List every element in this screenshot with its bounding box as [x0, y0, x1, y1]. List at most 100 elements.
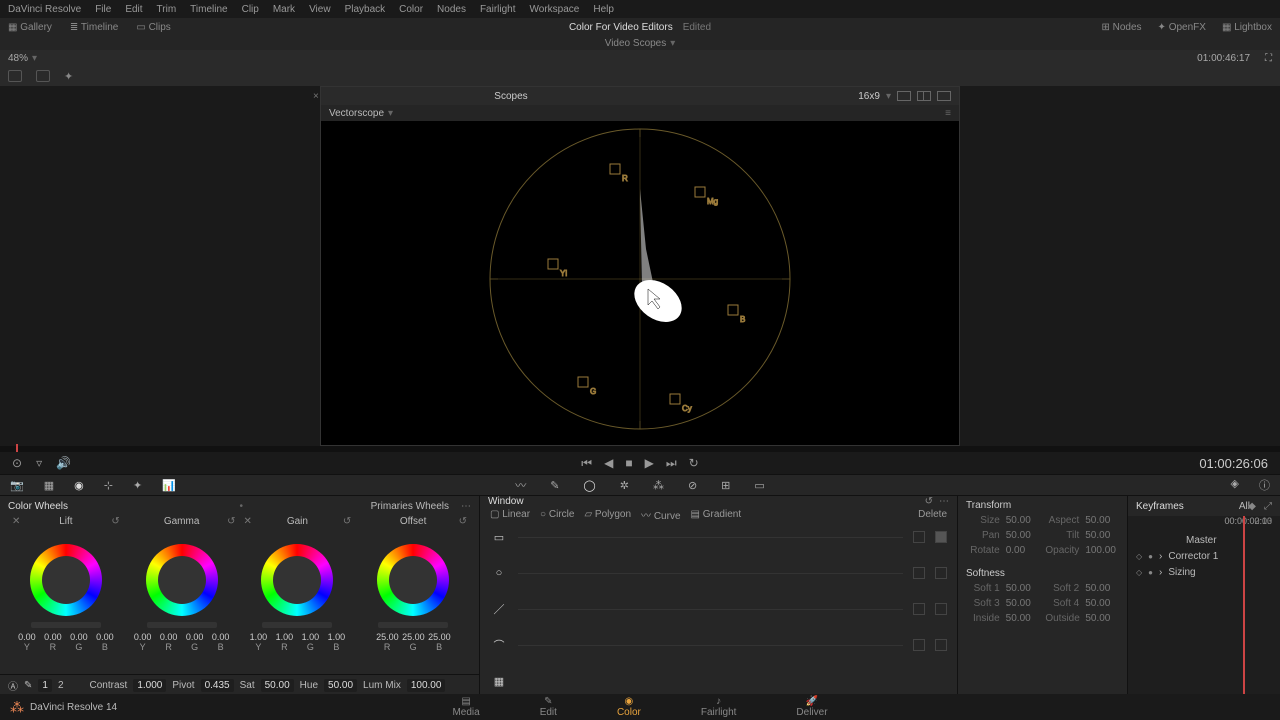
menu-item[interactable]: View — [309, 4, 331, 15]
key-icon[interactable]: ⊘ — [688, 479, 697, 492]
reset-icon[interactable]: ✕ — [12, 516, 20, 527]
nodes-toggle[interactable]: ⊞ Nodes — [1101, 22, 1141, 33]
more-icon[interactable]: ⋯ — [939, 496, 949, 507]
soft1-value[interactable]: 50.00 — [1006, 583, 1040, 594]
playhead-tick[interactable] — [16, 444, 18, 452]
gain-wheel[interactable]: 1.001.001.001.00 YRGB — [240, 538, 356, 670]
wand-icon[interactable]: ✦ — [64, 70, 73, 83]
reset-icon[interactable]: ↺ — [227, 516, 235, 527]
prev-frame-icon[interactable]: ◀ — [604, 456, 613, 470]
lightbox-toggle[interactable]: ▦ Lightbox — [1222, 22, 1272, 33]
sizing-icon[interactable]: ⊞ — [721, 479, 730, 492]
keyframes-icon[interactable]: ◈ — [1231, 477, 1239, 493]
menu-item[interactable]: Workspace — [530, 4, 580, 15]
last-frame-icon[interactable]: ⏭ — [666, 456, 677, 471]
menu-item[interactable]: Nodes — [437, 4, 466, 15]
blur-icon[interactable]: ⁂ — [653, 479, 664, 492]
more-icon[interactable]: ↺ — [925, 496, 933, 507]
stop-icon[interactable]: ■ — [625, 456, 632, 470]
soft4-value[interactable]: 50.00 — [1085, 598, 1119, 609]
circle-tool[interactable]: ○ Circle — [540, 509, 574, 520]
page-edit[interactable]: ✎Edit — [540, 696, 557, 718]
scope-settings-icon[interactable]: ≡ — [945, 108, 951, 119]
menu-item[interactable]: File — [95, 4, 111, 15]
camera-raw-icon[interactable]: 📷 — [10, 479, 24, 492]
polygon-tool[interactable]: ▱ Polygon — [584, 509, 631, 520]
lift-wheel[interactable]: 0.000.000.000.00 YRGB — [8, 538, 124, 670]
aspect-value[interactable]: 50.00 — [1085, 515, 1119, 526]
pan-value[interactable]: 50.00 — [1006, 530, 1040, 541]
stereo-icon[interactable]: ▭ — [754, 479, 764, 492]
contrast-value[interactable]: 1.000 — [133, 679, 166, 692]
openfx-toggle[interactable]: ✦ OpenFX — [1158, 22, 1206, 33]
motion-icon[interactable]: ✦ — [133, 479, 142, 492]
menu-item[interactable]: Help — [593, 4, 614, 15]
loop-icon[interactable]: ↻ — [689, 456, 699, 470]
menu-item[interactable]: Clip — [242, 4, 259, 15]
zoom-level[interactable]: 48% — [8, 53, 28, 64]
qualifier-icon[interactable]: ✎ — [550, 479, 559, 492]
shape-gradient[interactable]: ▦ — [490, 672, 947, 690]
delete-button[interactable]: Delete — [918, 509, 947, 520]
wheels-icon[interactable]: ◉ — [74, 479, 84, 492]
first-frame-icon[interactable]: ⏮ — [581, 456, 592, 471]
window-icon[interactable]: ◯ — [583, 479, 595, 492]
sat-value[interactable]: 50.00 — [261, 679, 294, 692]
menu-item[interactable]: Color — [399, 4, 423, 15]
lummix-value[interactable]: 100.00 — [407, 679, 446, 692]
page-1[interactable]: 1 — [38, 679, 52, 692]
more-icon[interactable]: ⋯ — [461, 501, 471, 512]
menu-item[interactable]: Fairlight — [480, 4, 516, 15]
view-icon[interactable] — [36, 70, 50, 82]
reset-icon[interactable]: ↺ — [459, 516, 467, 527]
kf-row[interactable]: ◇●›Sizing — [1128, 564, 1280, 580]
page-fairlight[interactable]: ♪Fairlight — [701, 696, 737, 718]
marker-icon[interactable]: ▿ — [36, 456, 42, 470]
page-color[interactable]: ◉Color — [617, 696, 641, 718]
more-icon[interactable]: ◆ — [1248, 501, 1256, 512]
soft2-value[interactable]: 50.00 — [1085, 583, 1119, 594]
rotate-value[interactable]: 0.00 — [1006, 545, 1040, 556]
menu-item[interactable]: DaVinci Resolve — [8, 4, 81, 15]
picker-icon[interactable]: ⊙ — [12, 456, 22, 470]
kf-master-row[interactable]: Master — [1128, 532, 1280, 548]
tilt-value[interactable]: 50.00 — [1085, 530, 1119, 541]
wheels-mode[interactable]: Primaries Wheels — [371, 501, 449, 512]
menu-item[interactable]: Mark — [273, 4, 295, 15]
info-icon[interactable]: ⓘ — [1259, 477, 1270, 493]
expand-icon[interactable]: ⤢ — [1264, 501, 1272, 512]
menu-item[interactable]: Edit — [125, 4, 142, 15]
page-media[interactable]: ▤Media — [452, 696, 479, 718]
aspect-select[interactable]: 16x9 — [858, 91, 880, 102]
gradient-tool[interactable]: ▤ Gradient — [691, 509, 742, 520]
view-icon[interactable] — [8, 70, 22, 82]
viewer-mode[interactable]: Video Scopes — [605, 38, 667, 49]
gamma-wheel[interactable]: 0.000.000.000.00 YRGB — [124, 538, 240, 670]
offset-wheel[interactable]: 25.0025.0025.00 RGB — [355, 538, 471, 670]
inside-value[interactable]: 50.00 — [1006, 613, 1040, 624]
page-deliver[interactable]: 🚀Deliver — [796, 696, 827, 718]
linear-tool[interactable]: ▢ Linear — [490, 509, 530, 520]
scope-type[interactable]: Vectorscope — [329, 108, 384, 119]
shape-linear[interactable]: ▭ — [490, 528, 947, 546]
shape-pen[interactable]: ／ — [490, 600, 947, 618]
play-icon[interactable]: ▶ — [645, 456, 654, 470]
timeline-toggle[interactable]: ≣ Timeline — [70, 22, 118, 33]
layout-single-icon[interactable] — [897, 91, 911, 101]
soft3-value[interactable]: 50.00 — [1006, 598, 1040, 609]
layout-dual-icon[interactable] — [917, 91, 931, 101]
size-value[interactable]: 50.00 — [1006, 515, 1040, 526]
menu-item[interactable]: Trim — [157, 4, 177, 15]
pivot-value[interactable]: 0.435 — [201, 679, 234, 692]
fullscreen-icon[interactable]: ⛶ — [1265, 53, 1272, 64]
reset-icon[interactable]: ↺ — [111, 516, 119, 527]
curves-icon[interactable]: 〰 — [515, 477, 526, 493]
page-2[interactable]: 2 — [58, 680, 64, 691]
reset-icon[interactable]: ↺ — [343, 516, 351, 527]
shape-curve[interactable]: ⌒ — [490, 636, 947, 654]
auto-icon[interactable]: Ⓐ — [8, 678, 18, 693]
layout-quad-icon[interactable] — [937, 91, 951, 101]
clips-toggle[interactable]: ▭ Clips — [136, 22, 170, 33]
rgb-mixer-icon[interactable]: ⊹ — [104, 479, 113, 492]
gallery-toggle[interactable]: ▦ Gallery — [8, 22, 52, 33]
